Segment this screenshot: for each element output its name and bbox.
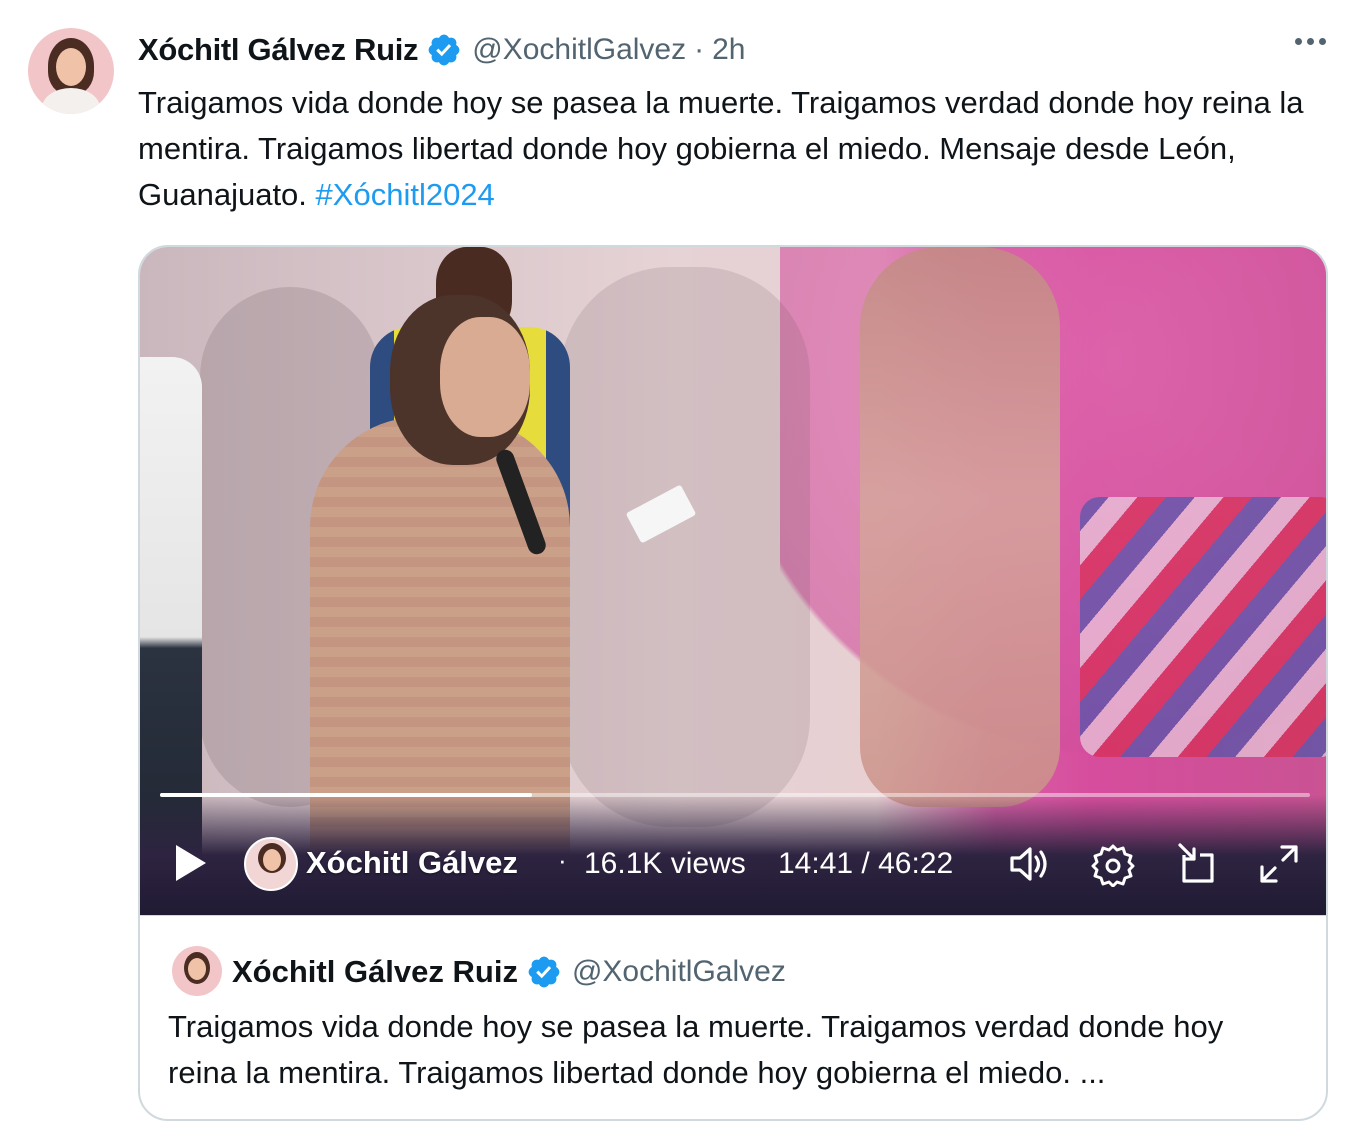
- play-icon[interactable]: [174, 843, 208, 883]
- more-dot: [1307, 38, 1314, 45]
- video-progress-fill: [160, 793, 533, 797]
- view-count: 16.1K views: [584, 847, 746, 880]
- author-handle[interactable]: @XochitlGalvez: [472, 33, 686, 67]
- avatar-face: [188, 958, 206, 980]
- video-progress-bar[interactable]: [160, 793, 1310, 797]
- tweet-body: Traigamos vida donde hoy se pasea la mue…: [138, 80, 1328, 218]
- video-shadow: [560, 267, 810, 827]
- tweet-timestamp[interactable]: 2h: [712, 33, 745, 67]
- video-speaker-face: [440, 317, 530, 437]
- video-background-flag: [1080, 497, 1326, 757]
- quoted-author-avatar[interactable]: [172, 946, 222, 996]
- quoted-tweet[interactable]: Xóchitl Gálvez Ruiz @XochitlGalvez Traig…: [140, 915, 1326, 1119]
- more-dot: [1319, 38, 1326, 45]
- header-separator: ·: [694, 33, 705, 66]
- author-avatar[interactable]: [28, 28, 114, 114]
- quoted-author-handle[interactable]: @XochitlGalvez: [572, 955, 786, 989]
- controls-separator: ·: [558, 845, 567, 875]
- media-card: Xóchitl Gálvez · 16.1K views 14:41 / 46:…: [138, 245, 1328, 1121]
- fullscreen-icon[interactable]: [1256, 841, 1302, 887]
- video-background-hand: [860, 247, 1060, 807]
- avatar-body: [42, 88, 100, 114]
- avatar-face: [56, 48, 86, 86]
- video-controls: Xóchitl Gálvez · 16.1K views 14:41 / 46:…: [140, 827, 1326, 903]
- channel-name[interactable]: Xóchitl Gálvez: [306, 845, 542, 881]
- channel-avatar[interactable]: [244, 837, 298, 891]
- quoted-tweet-text: Traigamos vida donde hoy se pasea la mue…: [168, 1009, 1224, 1090]
- volume-icon[interactable]: [1006, 841, 1052, 887]
- verified-badge-icon: [428, 34, 460, 66]
- pip-icon[interactable]: [1174, 841, 1220, 887]
- verified-badge-icon: [528, 956, 560, 988]
- tweet-text: Traigamos vida donde hoy se pasea la mue…: [138, 85, 1304, 212]
- more-horizontal-icon[interactable]: [1295, 38, 1326, 45]
- author-name[interactable]: Xóchitl Gálvez Ruiz: [138, 32, 419, 68]
- settings-icon[interactable]: [1090, 841, 1136, 887]
- more-dot: [1295, 38, 1302, 45]
- quoted-author-name[interactable]: Xóchitl Gálvez Ruiz: [232, 954, 518, 990]
- tweet-header: Xóchitl Gálvez Ruiz @XochitlGalvez · 2h: [138, 28, 746, 72]
- time-display: 14:41 / 46:22: [778, 847, 954, 880]
- quoted-tweet-header: Xóchitl Gálvez Ruiz @XochitlGalvez: [232, 950, 786, 994]
- video-player[interactable]: Xóchitl Gálvez · 16.1K views 14:41 / 46:…: [140, 247, 1326, 915]
- hashtag-link[interactable]: #Xóchitl2024: [316, 177, 495, 212]
